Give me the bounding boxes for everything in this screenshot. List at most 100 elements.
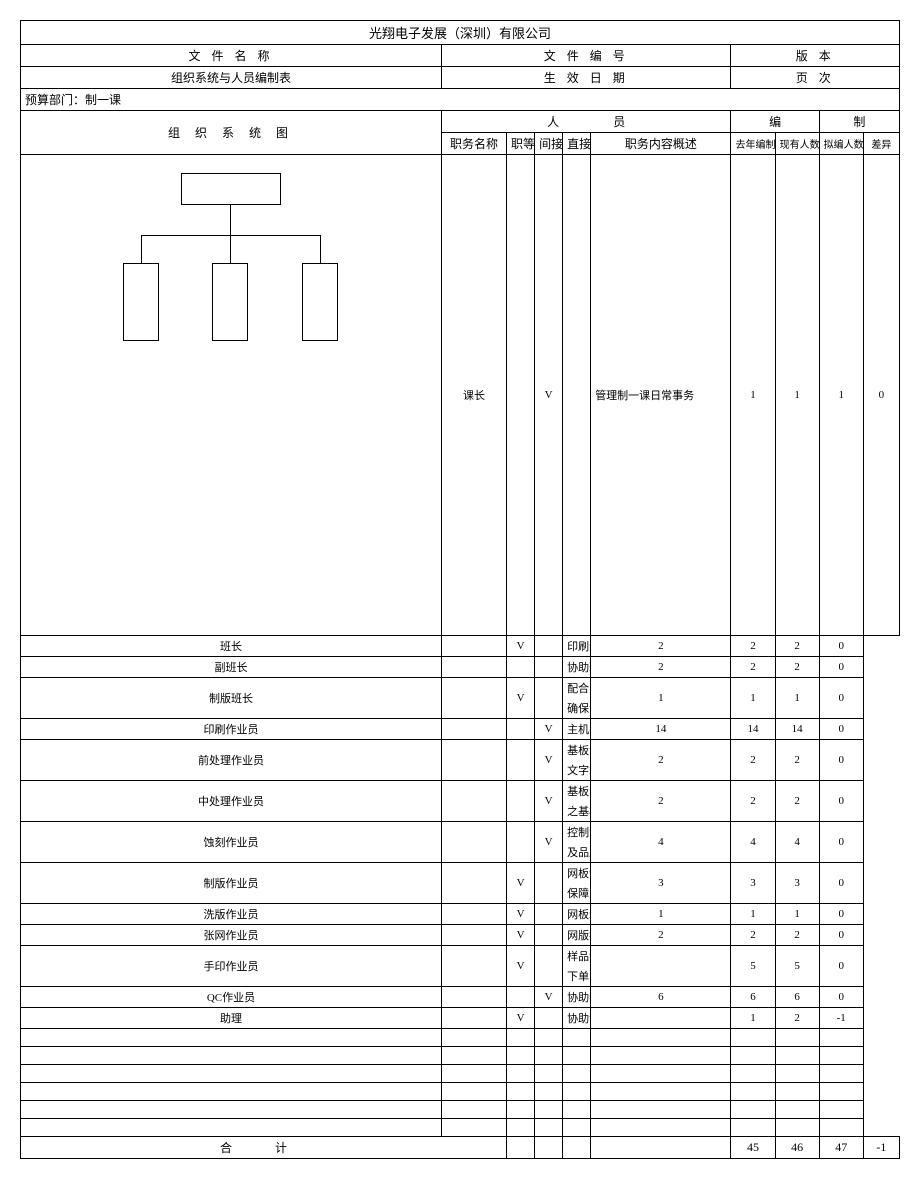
desc-cell: 基板清洗，收送线路站， xyxy=(563,740,591,761)
planned-cell: 2 xyxy=(775,925,819,946)
totals-indirect xyxy=(535,1137,563,1159)
indirect-cell xyxy=(507,740,535,781)
planned-cell: 1 xyxy=(775,678,819,719)
current-cell: 2 xyxy=(731,781,775,822)
direct-cell: V xyxy=(535,781,563,822)
empty-cell xyxy=(563,1101,591,1119)
empty-cell xyxy=(563,1083,591,1101)
col-indirect: 间接 xyxy=(535,133,563,155)
empty-cell xyxy=(591,1101,731,1119)
grade-cell xyxy=(441,925,506,946)
indirect-cell xyxy=(507,781,535,822)
desc-cell: 基板清洗，收送防焊站 xyxy=(563,781,591,802)
last-year-cell: 2 xyxy=(591,740,731,781)
empty-cell xyxy=(819,1083,863,1101)
empty-cell xyxy=(535,1029,563,1047)
empty-cell xyxy=(775,1047,819,1065)
indirect-cell: V xyxy=(507,904,535,925)
empty-cell xyxy=(535,1047,563,1065)
last-year-cell: 4 xyxy=(591,822,731,863)
empty-cell xyxy=(819,1119,863,1137)
empty-cell xyxy=(591,1119,731,1137)
file-no-label: 文 件 编 号 xyxy=(441,45,731,67)
desc-cell-line2: 文字站基板 xyxy=(563,760,591,781)
empty-cell xyxy=(507,1047,535,1065)
indirect-cell: V xyxy=(507,636,535,657)
totals-label: 合 计 xyxy=(21,1137,507,1159)
grade-cell xyxy=(441,781,506,822)
grade-cell xyxy=(441,904,506,925)
empty-cell xyxy=(563,1029,591,1047)
last-year-cell: 1 xyxy=(731,155,775,636)
grade-cell xyxy=(441,636,506,657)
last-year-cell: 2 xyxy=(591,636,731,657)
direct-cell xyxy=(535,678,563,719)
org-line-drop-2 xyxy=(230,235,231,263)
empty-cell xyxy=(591,1083,731,1101)
diff-cell: 0 xyxy=(863,155,899,636)
company-name: 光翔电子发展（深圳）有限公司 xyxy=(21,21,900,45)
org-chart-area xyxy=(21,155,442,636)
col-direct: 直接 xyxy=(563,133,591,155)
empty-cell xyxy=(563,1047,591,1065)
diff-cell: 0 xyxy=(819,781,863,822)
desc-cell: 印刷线管制与调度 xyxy=(563,636,591,657)
empty-cell xyxy=(441,1119,506,1137)
col-current: 现有人数 xyxy=(775,133,819,155)
current-cell: 5 xyxy=(731,946,775,987)
empty-cell xyxy=(21,1047,442,1065)
desc-cell: 网板剥膜，清洗，破网登录 xyxy=(563,904,591,925)
planned-cell: 4 xyxy=(775,822,819,863)
indirect-cell: V xyxy=(507,1008,535,1029)
budget-dept: 预算部门：制一课 xyxy=(21,89,900,111)
grade-cell xyxy=(441,657,506,678)
empty-cell xyxy=(591,1047,731,1065)
diff-cell: 0 xyxy=(819,740,863,781)
planned-cell: 1 xyxy=(775,904,819,925)
job-name-cell: 制版作业员 xyxy=(21,863,442,904)
org-box-top xyxy=(181,173,281,205)
empty-cell xyxy=(21,1083,442,1101)
empty-cell xyxy=(441,1083,506,1101)
empty-cell xyxy=(507,1029,535,1047)
empty-cell xyxy=(731,1119,775,1137)
direct-cell xyxy=(563,155,591,636)
diff-cell: 0 xyxy=(819,719,863,740)
org-box-left xyxy=(123,263,159,341)
file-name-label: 文 件 名 称 xyxy=(21,45,442,67)
org-chart-label: 组 织 系 统 图 xyxy=(21,111,442,155)
desc-cell-line2: 确保计划目标达成 xyxy=(563,698,591,719)
diff-cell: -1 xyxy=(819,1008,863,1029)
job-name-cell: 前处理作业员 xyxy=(21,740,442,781)
last-year-cell: 6 xyxy=(591,987,731,1008)
job-name-cell: 洗版作业员 xyxy=(21,904,442,925)
current-cell: 1 xyxy=(775,155,819,636)
empty-cell xyxy=(819,1065,863,1083)
staff-header-p4: 制 xyxy=(819,111,899,133)
desc-cell-line2: 之基板 xyxy=(563,801,591,822)
last-year-cell: 2 xyxy=(591,925,731,946)
last-year-cell xyxy=(591,1008,731,1029)
direct-cell xyxy=(535,636,563,657)
current-cell: 14 xyxy=(731,719,775,740)
job-name-cell: 助理 xyxy=(21,1008,442,1029)
col-job-name: 职务名称 xyxy=(441,133,506,155)
indirect-cell: V xyxy=(535,155,563,636)
indirect-cell xyxy=(507,657,535,678)
job-name-cell: 印刷作业员 xyxy=(21,719,442,740)
current-cell: 2 xyxy=(731,636,775,657)
diff-cell: 0 xyxy=(819,678,863,719)
planned-cell: 1 xyxy=(819,155,863,636)
totals-grade xyxy=(507,1137,535,1159)
indirect-cell xyxy=(507,822,535,863)
indirect-cell: V xyxy=(507,946,535,987)
job-name-cell: 手印作业员 xyxy=(21,946,442,987)
empty-cell xyxy=(731,1047,775,1065)
desc-cell: 控制液比重，稳定蚀速 xyxy=(563,822,591,843)
desc-cell: 管理制一课日常事务 xyxy=(591,155,731,636)
planned-cell: 2 xyxy=(775,1008,819,1029)
job-name-cell: 制版班长 xyxy=(21,678,442,719)
empty-cell xyxy=(535,1101,563,1119)
empty-cell xyxy=(441,1029,506,1047)
desc-cell-line2: 及品质 xyxy=(563,842,591,863)
